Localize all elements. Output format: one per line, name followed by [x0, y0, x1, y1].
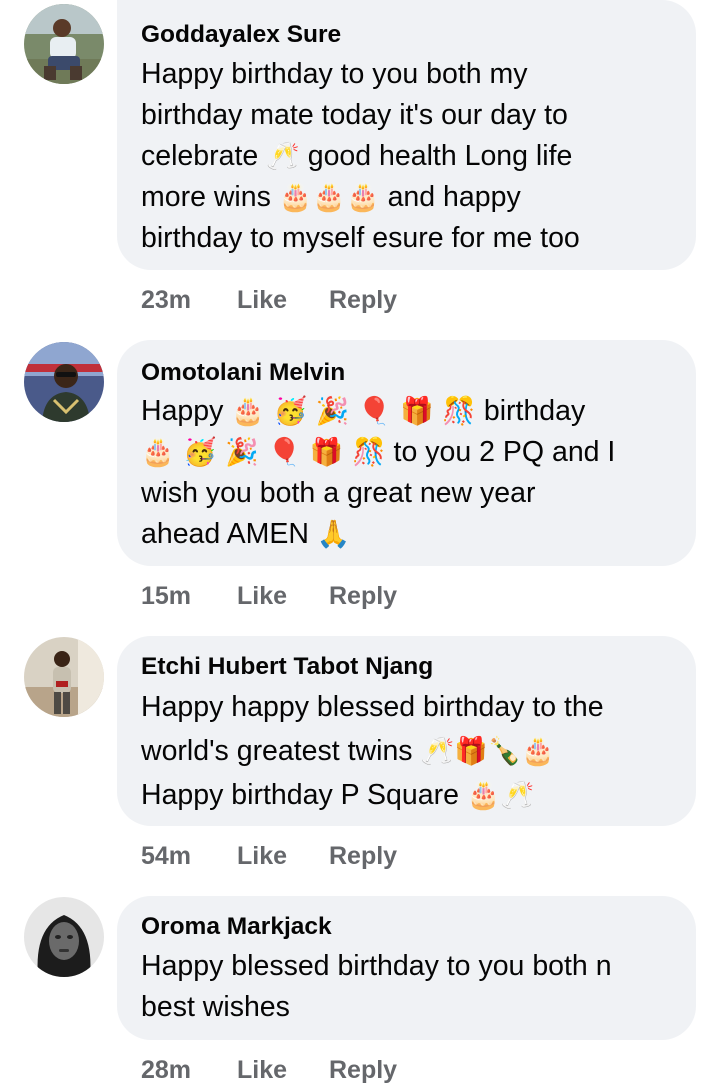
comment-line: best wishes	[141, 991, 290, 1023]
comment-bubble: Oroma Markjack Happy blessed birthday to…	[117, 896, 696, 1040]
comment-text: Happy happy blessed birthday to the worl…	[141, 687, 682, 816]
comment-timestamp: 23m	[141, 286, 192, 314]
comment-line: Happy 🎂 🥳 🎉 🎈 🎁 🎊 birthday	[141, 391, 682, 432]
comment-author[interactable]: Omotolani Melvin	[141, 358, 345, 388]
comment-bubble: Omotolani Melvin Happy 🎂 🥳 🎉 🎈 🎁 🎊 birth…	[117, 340, 696, 566]
comment-line: birthday mate today it's our day to	[141, 99, 568, 131]
comment-text: Happy 🎂 🥳 🎉 🎈 🎁 🎊 birthday 🎂 🥳 🎉 🎈 🎁 🎊 t…	[141, 391, 682, 555]
comment-bubble: Goddayalex Sure Happy birthday to you bo…	[117, 0, 696, 270]
comment-timestamp: 28m	[141, 1056, 192, 1084]
comment-text: Happy blessed birthday to you both n bes…	[141, 946, 682, 1028]
comment-timestamp: 54m	[141, 842, 192, 870]
comment-line: world's greatest twins 🥂🎁🍾🎂	[141, 731, 682, 775]
like-button[interactable]: Like	[237, 581, 287, 611]
comment-line: Happy happy blessed birthday to the	[141, 691, 604, 723]
folded-hands-emoji: 🙏	[316, 519, 351, 550]
profile-photo-icon	[24, 637, 104, 717]
avatar[interactable]	[24, 637, 104, 717]
reply-button[interactable]: Reply	[329, 581, 397, 611]
comment-author[interactable]: Oroma Markjack	[141, 912, 332, 942]
comment-author[interactable]: Goddayalex Sure	[141, 20, 341, 50]
cake-glasses-emoji-group: 🎂🥂	[466, 780, 535, 811]
comment-line: ahead AMEN 🙏	[141, 514, 682, 555]
comment-line: more wins 🎂🎂🎂 and happy	[141, 177, 682, 218]
profile-photo-icon	[24, 4, 104, 84]
profile-photo-icon	[24, 897, 104, 977]
party-emoji-group: 🎂 🥳 🎉 🎈 🎁 🎊	[231, 396, 476, 427]
comment-line: Happy blessed birthday to you both n	[141, 950, 612, 982]
comment-line: celebrate 🥂 good health Long life	[141, 136, 682, 177]
comment-line: birthday to myself esure for me too	[141, 222, 580, 254]
reply-button[interactable]: Reply	[329, 841, 397, 871]
party-emoji-group: 🎂 🥳 🎉 🎈 🎁 🎊	[141, 437, 386, 468]
like-button[interactable]: Like	[237, 1055, 287, 1085]
birthday-cake-emoji: 🎂🎂🎂	[278, 182, 380, 213]
like-button[interactable]: Like	[237, 841, 287, 871]
comment-bubble: Etchi Hubert Tabot Njang Happy happy ble…	[117, 636, 696, 826]
comment-author[interactable]: Etchi Hubert Tabot Njang	[141, 652, 433, 682]
like-button[interactable]: Like	[237, 285, 287, 315]
reply-button[interactable]: Reply	[329, 1055, 397, 1085]
avatar[interactable]	[24, 4, 104, 84]
avatar[interactable]	[24, 897, 104, 977]
comment-timestamp: 15m	[141, 582, 192, 610]
comment-line: Happy birthday P Square 🎂🥂	[141, 775, 682, 816]
profile-photo-icon	[24, 342, 104, 422]
comment-line: Happy birthday to you both my	[141, 58, 528, 90]
comment-line: wish you both a great new year	[141, 477, 536, 509]
comment-line: 🎂 🥳 🎉 🎈 🎁 🎊 to you 2 PQ and I	[141, 432, 682, 473]
avatar[interactable]	[24, 342, 104, 422]
comment-text: Happy birthday to you both my birthday m…	[141, 54, 682, 259]
clinking-glasses-emoji: 🥂	[266, 141, 300, 172]
celebration-emoji-group: 🥂🎁🍾🎂	[420, 736, 555, 767]
reply-button[interactable]: Reply	[329, 285, 397, 315]
